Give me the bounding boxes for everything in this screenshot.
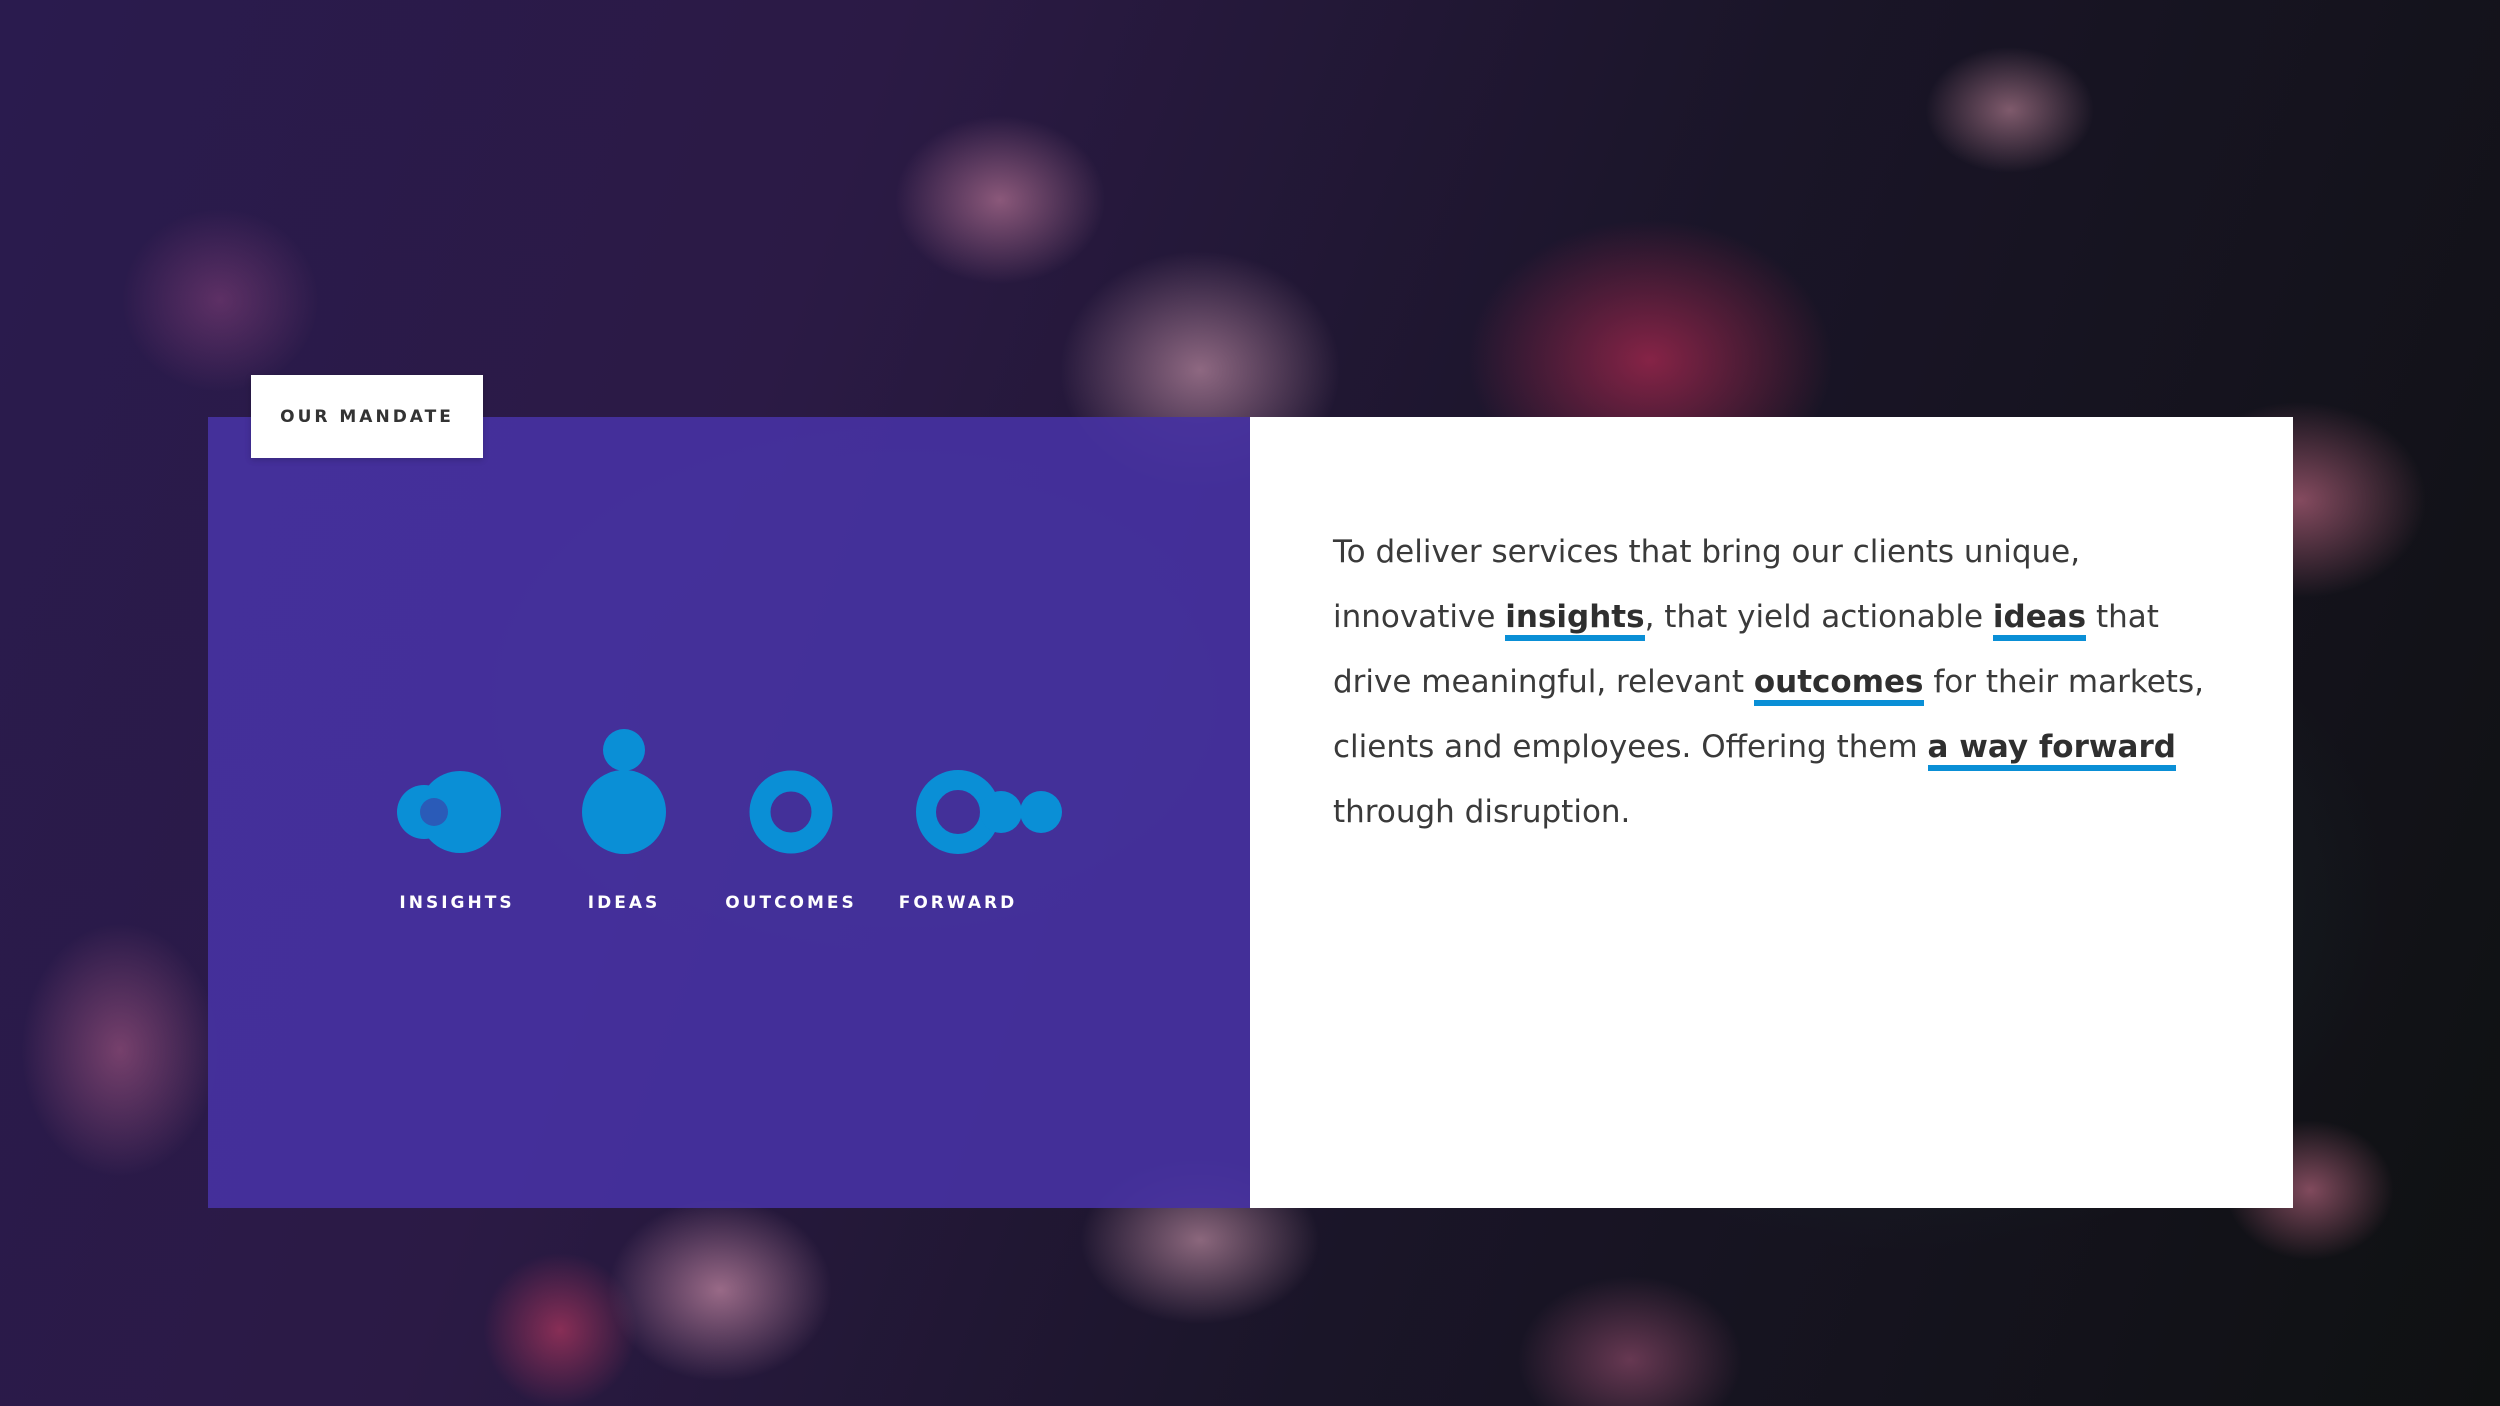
forward-icon [916, 770, 1062, 854]
pillar-label-forward: FORWARD [898, 893, 1018, 913]
keyword-ideas: ideas [1992, 599, 2087, 641]
keyword-outcomes: outcomes [1753, 664, 1924, 706]
pillar-forward [858, 720, 1062, 870]
background-photo: OUR MANDATE INSIGHTS IDEAS OUTCOMES FORW… [0, 0, 2500, 1406]
mandate-statement: To deliver services that bring our clien… [1333, 520, 2233, 845]
keyword-a-way-forward: a way forward [1927, 729, 2176, 771]
mandate-text-2: , that yield actionable [1644, 599, 1993, 635]
section-tag: OUR MANDATE [251, 375, 483, 458]
section-tag-label: OUR MANDATE [280, 406, 454, 427]
keyword-insights: insights [1505, 599, 1645, 641]
mandate-text-5: through disruption. [1333, 794, 1631, 830]
